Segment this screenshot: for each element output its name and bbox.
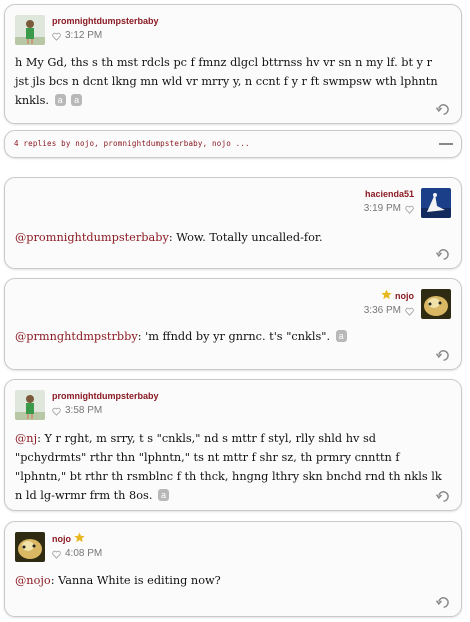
star-icon[interactable] (74, 532, 85, 543)
mention-link[interactable]: @prmnghtdmpstrbby (15, 330, 138, 343)
comment-card: promnightdumpsterbaby 3:58 PM @nj: Y r r… (4, 379, 462, 511)
timestamp-text: 3:58 PM (65, 405, 103, 416)
replies-summary-bar[interactable]: 4 replies by nojo, promnightdumpsterbaby… (4, 130, 462, 158)
comment-card: hacienda51 3:19 PM @promnightdumpsterbab… (4, 177, 462, 269)
comment-card: promnightdumpsterbaby 3:12 PM h My Gd, t… (4, 4, 462, 124)
comment-text: : Y r rght, m srry, t s "cnkls," nd s mt… (15, 432, 442, 502)
username[interactable]: promnightdumpsterbaby (52, 15, 159, 27)
reply-icon[interactable] (436, 595, 451, 610)
timestamp-text: 3:36 PM (363, 305, 401, 316)
reply-icon[interactable] (436, 348, 451, 363)
avatar[interactable] (15, 390, 45, 420)
mention-link[interactable]: @nojo (15, 574, 51, 587)
heart-icon[interactable] (52, 550, 61, 559)
heart-icon[interactable] (405, 205, 414, 214)
username-row: nojo (52, 532, 102, 545)
reply-chip[interactable]: a (54, 94, 66, 106)
comment-text: : 'm ffndd by yr gnrnc. t's "cnkls". (137, 330, 331, 343)
comment-body: @prmnghtdmpstrbby: 'm ffndd by yr gnrnc.… (15, 327, 449, 346)
reply-chip[interactable]: a (335, 330, 347, 342)
reply-icon[interactable] (436, 247, 451, 262)
reply-icon[interactable] (436, 102, 451, 117)
comment-body: @nojo: Vanna White is editing now? (15, 571, 449, 590)
comment-body: @promnightdumpsterbaby: Wow. Totally unc… (15, 228, 449, 247)
comment-card: nojo 4:08 PM @nojo: Vanna White is editi… (4, 521, 462, 617)
timestamp: 4:08 PM (52, 547, 102, 561)
avatar[interactable] (421, 289, 451, 319)
timestamp: 3:12 PM (52, 29, 159, 43)
timestamp-text: 4:08 PM (65, 548, 103, 559)
username[interactable]: promnightdumpsterbaby (52, 390, 159, 402)
heart-icon[interactable] (52, 407, 61, 416)
heart-icon[interactable] (52, 32, 61, 41)
timestamp: 3:36 PM (364, 304, 414, 318)
comment-text: : Vanna White is editing now? (50, 574, 221, 587)
username-row: nojo (364, 289, 414, 302)
comment-body: h My Gd, ths s th mst rdcls pc f fmnz dl… (15, 53, 449, 110)
timestamp: 3:58 PM (52, 404, 159, 418)
timestamp-text: 3:19 PM (363, 203, 401, 214)
timestamp-text: 3:12 PM (65, 30, 103, 41)
heart-icon[interactable] (405, 307, 414, 316)
username[interactable]: nojo (395, 291, 414, 301)
avatar[interactable] (15, 532, 45, 562)
reply-icon[interactable] (436, 489, 451, 504)
mention-link[interactable]: @nj (15, 432, 37, 445)
reply-chip[interactable]: a (71, 94, 83, 106)
comment-body: @nj: Y r rght, m srry, t s "cnkls," nd s… (15, 429, 449, 505)
avatar[interactable] (421, 188, 451, 218)
star-icon[interactable] (381, 289, 392, 300)
replies-summary-text[interactable]: 4 replies by nojo, promnightdumpsterbaby… (14, 139, 250, 148)
username[interactable]: nojo (52, 534, 71, 544)
comment-card: nojo 3:36 PM @prmnghtdmpstrbby: 'm ffndd… (4, 278, 462, 370)
timestamp: 3:19 PM (364, 202, 414, 216)
username[interactable]: hacienda51 (364, 188, 414, 200)
avatar[interactable] (15, 15, 45, 45)
comment-text: : Wow. Totally uncalled-for. (168, 231, 323, 244)
reply-chip[interactable]: a (158, 489, 170, 501)
collapse-icon[interactable] (439, 140, 453, 148)
mention-link[interactable]: @promnightdumpsterbaby (15, 231, 169, 244)
